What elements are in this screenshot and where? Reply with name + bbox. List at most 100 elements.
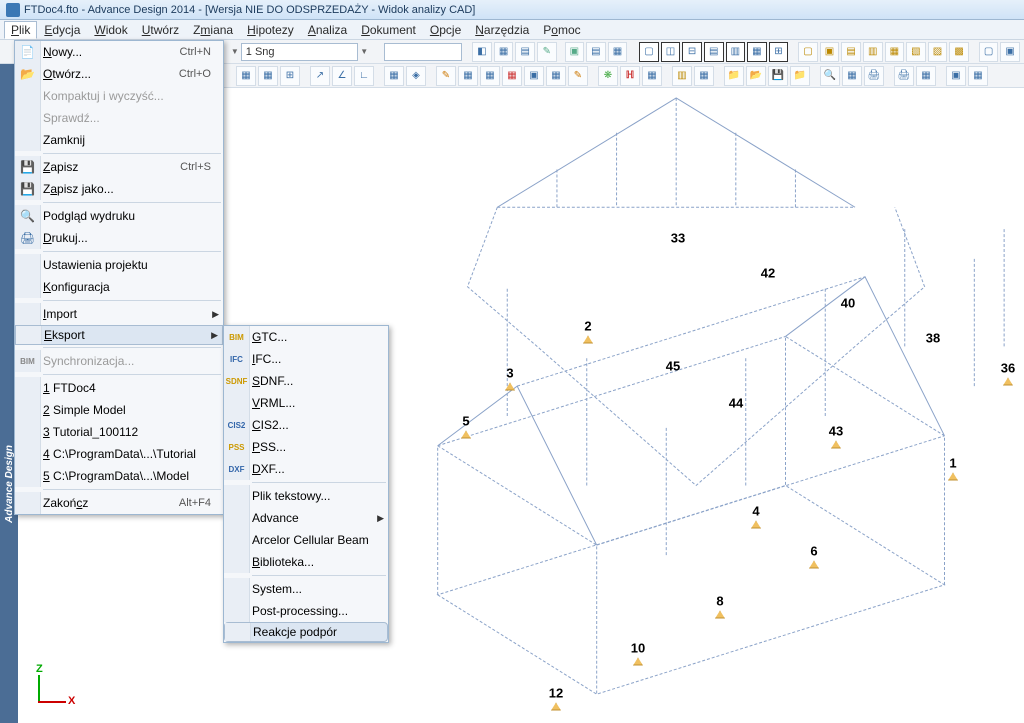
tool-icon[interactable]: ▣ <box>820 42 840 62</box>
menu-hipotezy[interactable]: Hipotezy <box>240 21 301 39</box>
menu-dokument[interactable]: Dokument <box>354 21 423 39</box>
tool-icon[interactable]: ◈ <box>406 66 426 86</box>
menu-widok[interactable]: Widok <box>87 21 134 39</box>
tool-icon[interactable]: ∠ <box>332 66 352 86</box>
menu-pomoc[interactable]: Pomoc <box>536 21 587 39</box>
menu-opcje[interactable]: Opcje <box>423 21 468 39</box>
tool-icon[interactable]: ▣ <box>524 66 544 86</box>
print-icon[interactable]: 🖨 <box>864 66 884 86</box>
tool-icon[interactable]: ▥ <box>863 42 883 62</box>
tool-icon[interactable]: ↗ <box>310 66 330 86</box>
view-tool[interactable]: ◫ <box>661 42 681 62</box>
menu-eksport[interactable]: Eksport▶ <box>15 325 223 345</box>
export-arcelor[interactable]: Arcelor Cellular Beam <box>224 529 388 551</box>
menu-utworz[interactable]: Utwórz <box>135 21 186 39</box>
export-advance[interactable]: Advance▶ <box>224 507 388 529</box>
menu-nowy[interactable]: 📄Nowy...Ctrl+N <box>15 41 223 63</box>
tool-icon[interactable]: ▤ <box>515 42 535 62</box>
menu-plik[interactable]: Plik <box>4 21 37 39</box>
tool-icon[interactable]: ▦ <box>480 66 500 86</box>
export-ifc[interactable]: IFCIFC... <box>224 348 388 370</box>
menu-recent-3[interactable]: 3 Tutorial_100112 <box>15 421 223 443</box>
menu-import[interactable]: Import▶ <box>15 303 223 325</box>
tool-icon[interactable]: ◧ <box>472 42 492 62</box>
view-tool[interactable]: ▢ <box>639 42 659 62</box>
tool-icon[interactable]: ✎ <box>436 66 456 86</box>
menu-edycja[interactable]: Edycja <box>37 21 87 39</box>
tool-icon[interactable]: ▢ <box>798 42 818 62</box>
tool-icon[interactable]: ▣ <box>946 66 966 86</box>
export-pss[interactable]: PSSPSS... <box>224 436 388 458</box>
tool-icon[interactable]: ✎ <box>537 42 557 62</box>
tool-icon[interactable]: ▨ <box>928 42 948 62</box>
tool-icon[interactable]: ▧ <box>906 42 926 62</box>
tool-icon[interactable]: ▦ <box>608 42 628 62</box>
menu-podglad[interactable]: 🔍Podgląd wydruku <box>15 205 223 227</box>
menu-recent-2[interactable]: 2 Simple Model <box>15 399 223 421</box>
tool-icon[interactable]: ▤ <box>586 42 606 62</box>
view-tool[interactable]: ▤ <box>704 42 724 62</box>
view-tool[interactable]: ▦ <box>747 42 767 62</box>
folder-icon[interactable]: 📁 <box>790 66 810 86</box>
menu-zmiana[interactable]: Zmiana <box>186 21 240 39</box>
view-tool[interactable]: ⊟ <box>682 42 702 62</box>
menu-narzedzia[interactable]: Narzędzia <box>468 21 536 39</box>
tool-icon[interactable]: ▦ <box>885 42 905 62</box>
menu-zapisz-jako[interactable]: 💾Zapisz jako... <box>15 178 223 200</box>
tool-icon[interactable]: ▦ <box>642 66 662 86</box>
layer-combo[interactable]: 1 Sng <box>241 43 359 61</box>
tool-icon[interactable]: ▦ <box>236 66 256 86</box>
menu-zakoncz[interactable]: ZakończAlt+F4 <box>15 492 223 514</box>
menu-recent-4[interactable]: 4 C:\ProgramData\...\Tutorial <box>15 443 223 465</box>
menu-otworz[interactable]: 📂Otwórz...Ctrl+O <box>15 63 223 85</box>
save-icon[interactable]: 💾 <box>768 66 788 86</box>
export-gtc[interactable]: BIMGTC... <box>224 326 388 348</box>
tool-icon[interactable]: ▣ <box>1000 42 1020 62</box>
tool-icon[interactable]: ▦ <box>694 66 714 86</box>
menu-analiza[interactable]: Analiza <box>301 21 354 39</box>
tool-icon[interactable]: ▦ <box>384 66 404 86</box>
tool-icon[interactable]: ℍ <box>620 66 640 86</box>
print-icon[interactable]: 🖨 <box>894 66 914 86</box>
menu-ustawienia[interactable]: Ustawienia projektu <box>15 254 223 276</box>
pss-icon: PSS <box>224 436 250 458</box>
combo-empty[interactable] <box>384 43 462 61</box>
menu-konfiguracja[interactable]: Konfiguracja <box>15 276 223 298</box>
tool-icon[interactable]: ▦ <box>968 66 988 86</box>
tool-icon[interactable]: ❋ <box>598 66 618 86</box>
menu-recent-5[interactable]: 5 C:\ProgramData\...\Model <box>15 465 223 487</box>
tool-icon[interactable]: ▦ <box>502 66 522 86</box>
export-dxf[interactable]: DXFDXF... <box>224 458 388 480</box>
tool-icon[interactable]: ⊞ <box>280 66 300 86</box>
export-cis2[interactable]: CIS2CIS2... <box>224 414 388 436</box>
export-biblioteka[interactable]: Biblioteka... <box>224 551 388 573</box>
tool-icon[interactable]: 🔍 <box>820 66 840 86</box>
tool-icon[interactable]: ∟ <box>354 66 374 86</box>
tool-icon[interactable]: ▦ <box>458 66 478 86</box>
menu-zapisz[interactable]: 💾ZapiszCtrl+S <box>15 156 223 178</box>
tool-icon[interactable]: ▦ <box>258 66 278 86</box>
folder-icon[interactable]: 📂 <box>746 66 766 86</box>
tool-icon[interactable]: ▥ <box>672 66 692 86</box>
tool-icon[interactable]: ▣ <box>565 42 585 62</box>
tool-icon[interactable]: ▦ <box>842 66 862 86</box>
tool-icon[interactable]: ▢ <box>979 42 999 62</box>
folder-icon[interactable]: 📁 <box>724 66 744 86</box>
export-sdnf[interactable]: SDNFSDNF... <box>224 370 388 392</box>
tool-icon[interactable]: ▦ <box>494 42 514 62</box>
tool-icon[interactable]: ✎ <box>568 66 588 86</box>
menu-drukuj[interactable]: 🖨Drukuj... <box>15 227 223 249</box>
export-vrml[interactable]: VRML... <box>224 392 388 414</box>
tool-icon[interactable]: ▦ <box>546 66 566 86</box>
export-plik-tekstowy[interactable]: Plik tekstowy... <box>224 485 388 507</box>
export-reakcje-podpor[interactable]: Reakcje podpór <box>224 622 388 642</box>
view-tool[interactable]: ▥ <box>726 42 746 62</box>
tool-icon[interactable]: ▦ <box>916 66 936 86</box>
menu-zamknij[interactable]: Zamknij <box>15 129 223 151</box>
export-postprocessing[interactable]: Post-processing... <box>224 600 388 622</box>
export-system[interactable]: System... <box>224 578 388 600</box>
view-tool[interactable]: ⊞ <box>769 42 789 62</box>
tool-icon[interactable]: ▤ <box>841 42 861 62</box>
menu-recent-1[interactable]: 1 FTDoc4 <box>15 377 223 399</box>
tool-icon[interactable]: ▩ <box>949 42 969 62</box>
